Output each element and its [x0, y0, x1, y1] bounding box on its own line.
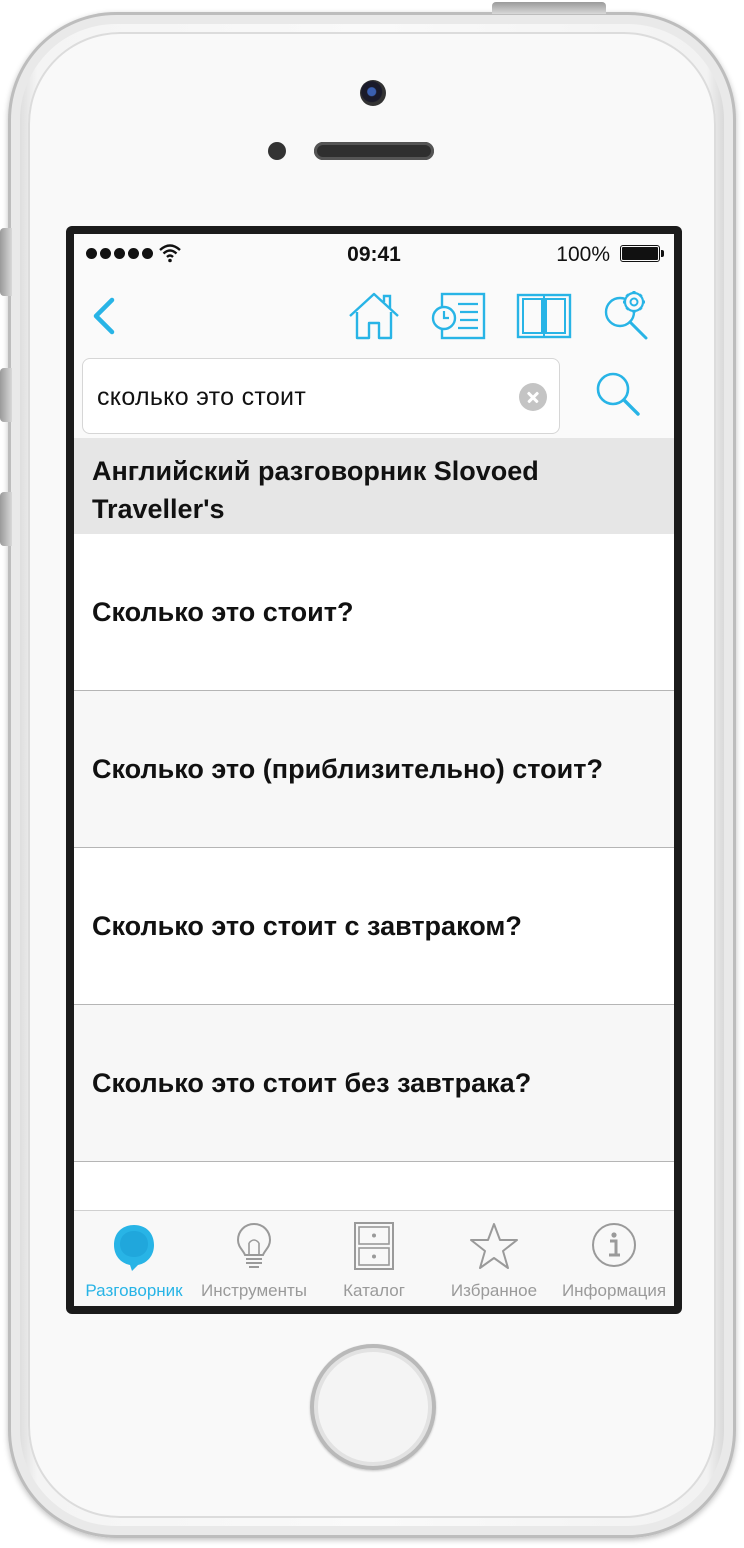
mute-switch: [0, 228, 12, 296]
status-bar: 09:41 100%: [74, 234, 674, 274]
tab-label: Избранное: [450, 1281, 538, 1300]
tab-label: Разговорник: [85, 1281, 183, 1300]
tab-label: Информация: [561, 1281, 667, 1300]
tab-bar: Разговорник Инструменты Каталог Избранно…: [74, 1210, 674, 1306]
clear-search-icon[interactable]: [519, 383, 547, 411]
list-item-text: Сколько это (приблизительно) стоит?: [92, 754, 603, 784]
battery-icon: [620, 245, 664, 262]
list-item-text: Сколько это стоит с завтраком?: [92, 911, 522, 941]
search-input[interactable]: сколько это стоит: [82, 358, 560, 434]
tab-catalog[interactable]: Каталог: [314, 1211, 434, 1306]
search-input-value: сколько это стоит: [97, 383, 307, 411]
proximity-sensor: [268, 142, 286, 160]
history-icon[interactable]: [426, 286, 490, 346]
tab-phrasebook[interactable]: Разговорник: [74, 1211, 194, 1306]
list-item[interactable]: Сколько это стоит без завтрака?: [74, 1005, 674, 1162]
list-item[interactable]: Сколько это стоит?: [74, 534, 674, 691]
earpiece-speaker: [314, 142, 434, 160]
search-icon[interactable]: [590, 366, 646, 422]
catalog-drawer-icon: [354, 1222, 394, 1270]
dictionary-section-header: Английский разговорник Slovoed Traveller…: [74, 438, 674, 534]
book-icon[interactable]: [512, 286, 576, 346]
home-icon[interactable]: [344, 286, 404, 346]
tab-tools[interactable]: Инструменты: [194, 1211, 314, 1306]
volume-up-button: [0, 368, 12, 422]
tab-label: Каталог: [343, 1281, 405, 1300]
info-icon: [592, 1223, 636, 1267]
list-item-text: Сколько это стоит без завтрака?: [92, 1068, 532, 1098]
app-screen: 09:41 100% сколько это стоит Английский …: [74, 234, 674, 1306]
home-button[interactable]: [310, 1344, 436, 1470]
search-row: сколько это стоит: [74, 354, 674, 438]
battery-percent: 100%: [556, 243, 610, 266]
tab-favorites[interactable]: Избранное: [434, 1211, 554, 1306]
search-settings-icon[interactable]: [598, 286, 654, 346]
tab-label: Инструменты: [200, 1281, 307, 1300]
navigation-bar: [74, 278, 674, 354]
list-item[interactable]: Сколько это (приблизительно) стоит?: [74, 691, 674, 848]
volume-down-button: [0, 492, 12, 546]
tab-info[interactable]: Информация: [554, 1211, 674, 1306]
lightbulb-icon: [236, 1222, 272, 1268]
list-item[interactable]: Сколько это стоит с завтраком?: [74, 848, 674, 1005]
speech-bubble-icon: [114, 1225, 154, 1271]
star-icon: [470, 1223, 518, 1269]
list-item-text: Сколько это стоит?: [92, 597, 354, 627]
front-camera: [360, 80, 386, 106]
results-list: Сколько это стоит? Сколько это (приблизи…: [74, 534, 674, 1306]
power-button: [492, 2, 606, 14]
back-chevron-icon[interactable]: [84, 286, 124, 346]
